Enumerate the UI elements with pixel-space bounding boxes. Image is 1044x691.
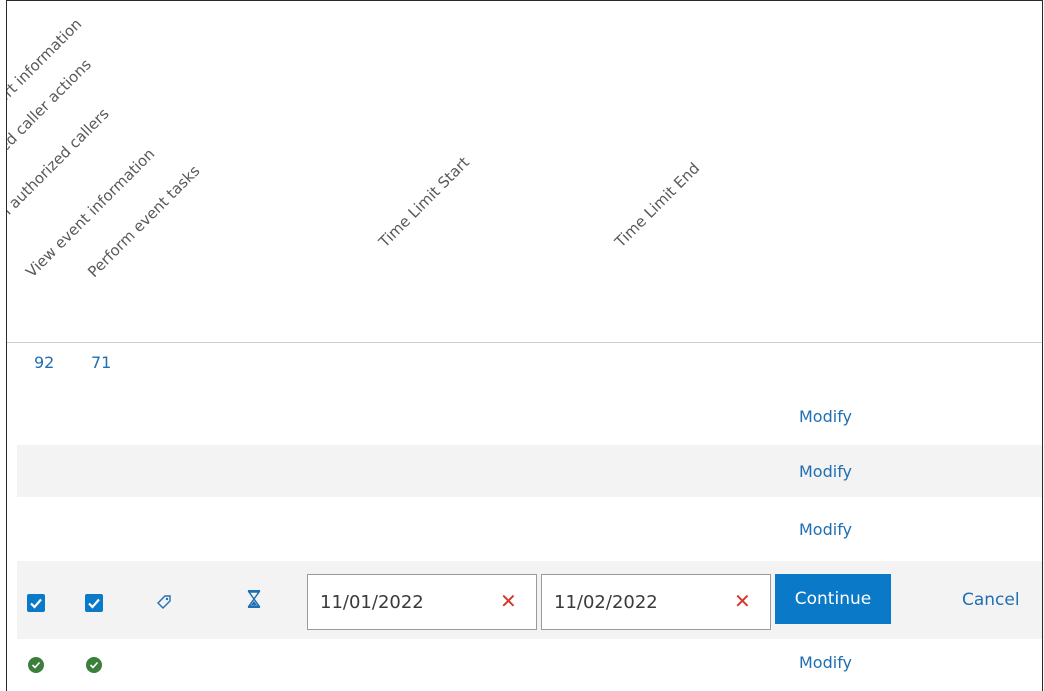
time-limit-start-field[interactable]: 11/01/2022 ✕ (307, 574, 537, 630)
checkbox-perform-event[interactable] (85, 594, 103, 612)
time-limit-end-value: 11/02/2022 (554, 592, 658, 613)
modify-link[interactable]: Modify (799, 520, 852, 539)
table-row: Modify (17, 445, 1042, 497)
column-header-time-limit-start: Time Limit Start (375, 153, 473, 251)
tag-icon[interactable] (155, 593, 173, 615)
column-header-time-limit-end: Time Limit End (611, 159, 704, 251)
clear-start-date-icon[interactable]: ✕ (500, 589, 517, 613)
hourglass-icon[interactable] (247, 589, 261, 613)
checkbox-view-event[interactable] (27, 594, 45, 612)
clear-end-date-icon[interactable]: ✕ (734, 589, 751, 613)
count-perform-event: 71 (91, 353, 112, 372)
column-header-perform-event-tasks: Perform event tasks (84, 161, 204, 281)
checkbox-checked-icon (88, 598, 100, 609)
modify-link[interactable]: Modify (799, 407, 852, 426)
modify-link[interactable]: Modify (799, 462, 852, 481)
time-limit-end-field[interactable]: 11/02/2022 ✕ (541, 574, 771, 630)
check-circle-icon (28, 657, 44, 673)
continue-button[interactable]: Continue (775, 574, 891, 624)
checkbox-checked-icon (30, 598, 42, 609)
table-row: Modify (17, 503, 1042, 555)
permissions-table: port information ized caller actions gn … (6, 0, 1043, 691)
cancel-button[interactable]: Cancel (962, 590, 1020, 610)
table-header: port information ized caller actions gn … (7, 1, 1042, 343)
modify-link[interactable]: Modify (799, 653, 852, 672)
check-circle-icon (86, 657, 102, 673)
table-row: Modify (17, 393, 1042, 445)
time-limit-start-value: 11/01/2022 (320, 592, 424, 613)
table-row: Modify (17, 639, 1042, 691)
header-divider (7, 342, 1042, 343)
count-view-event: 92 (34, 353, 55, 372)
